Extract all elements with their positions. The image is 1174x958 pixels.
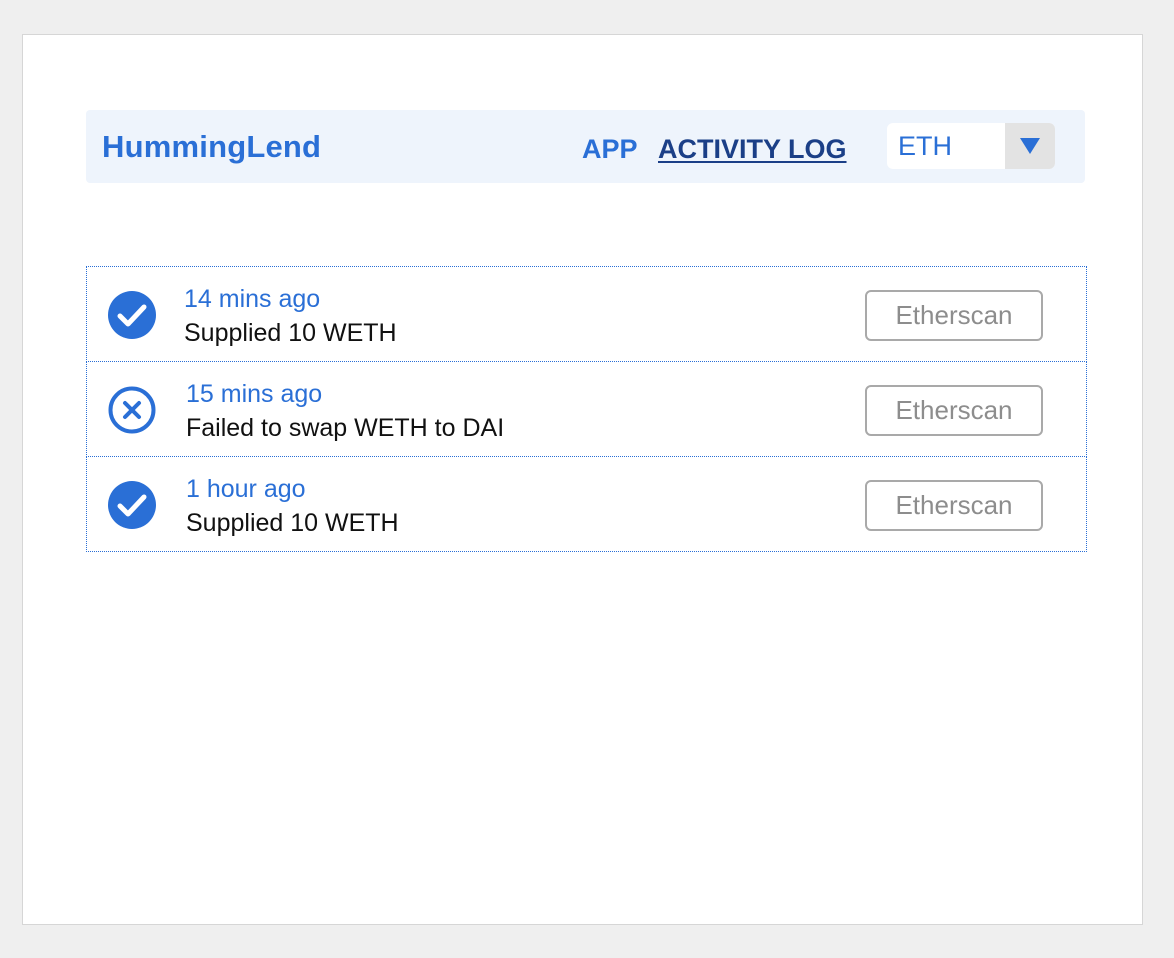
app-frame: HummingLend APP ACTIVITY LOG ETH 14 mins…	[22, 34, 1143, 925]
activity-description: Supplied 10 WETH	[184, 319, 397, 347]
activity-row: 15 mins ago Failed to swap WETH to DAI E…	[86, 361, 1087, 457]
activity-list: 14 mins ago Supplied 10 WETH Etherscan 1…	[86, 266, 1087, 552]
nav-link-app[interactable]: APP	[582, 134, 638, 165]
check-circle-icon	[108, 481, 156, 529]
network-select[interactable]: ETH	[887, 123, 1055, 169]
etherscan-button[interactable]: Etherscan	[865, 290, 1043, 341]
activity-row: 14 mins ago Supplied 10 WETH Etherscan	[86, 266, 1087, 362]
activity-time: 15 mins ago	[186, 380, 323, 408]
check-circle-icon	[108, 291, 156, 339]
activity-time: 14 mins ago	[184, 285, 321, 313]
activity-time: 1 hour ago	[186, 475, 306, 503]
activity-row: 1 hour ago Supplied 10 WETH Etherscan	[86, 456, 1087, 552]
dropdown-arrow-icon[interactable]	[1005, 123, 1055, 169]
network-select-value: ETH	[898, 131, 952, 161]
etherscan-button[interactable]: Etherscan	[865, 385, 1043, 436]
navbar: HummingLend APP ACTIVITY LOG ETH	[86, 110, 1085, 183]
brand-logo[interactable]: HummingLend	[102, 129, 321, 165]
activity-description: Failed to swap WETH to DAI	[186, 414, 505, 442]
activity-description: Supplied 10 WETH	[186, 509, 399, 537]
etherscan-button[interactable]: Etherscan	[865, 480, 1043, 531]
nav-link-activity-log[interactable]: ACTIVITY LOG	[658, 134, 847, 165]
x-circle-icon	[108, 386, 156, 434]
triangle-down-icon	[1020, 138, 1040, 154]
